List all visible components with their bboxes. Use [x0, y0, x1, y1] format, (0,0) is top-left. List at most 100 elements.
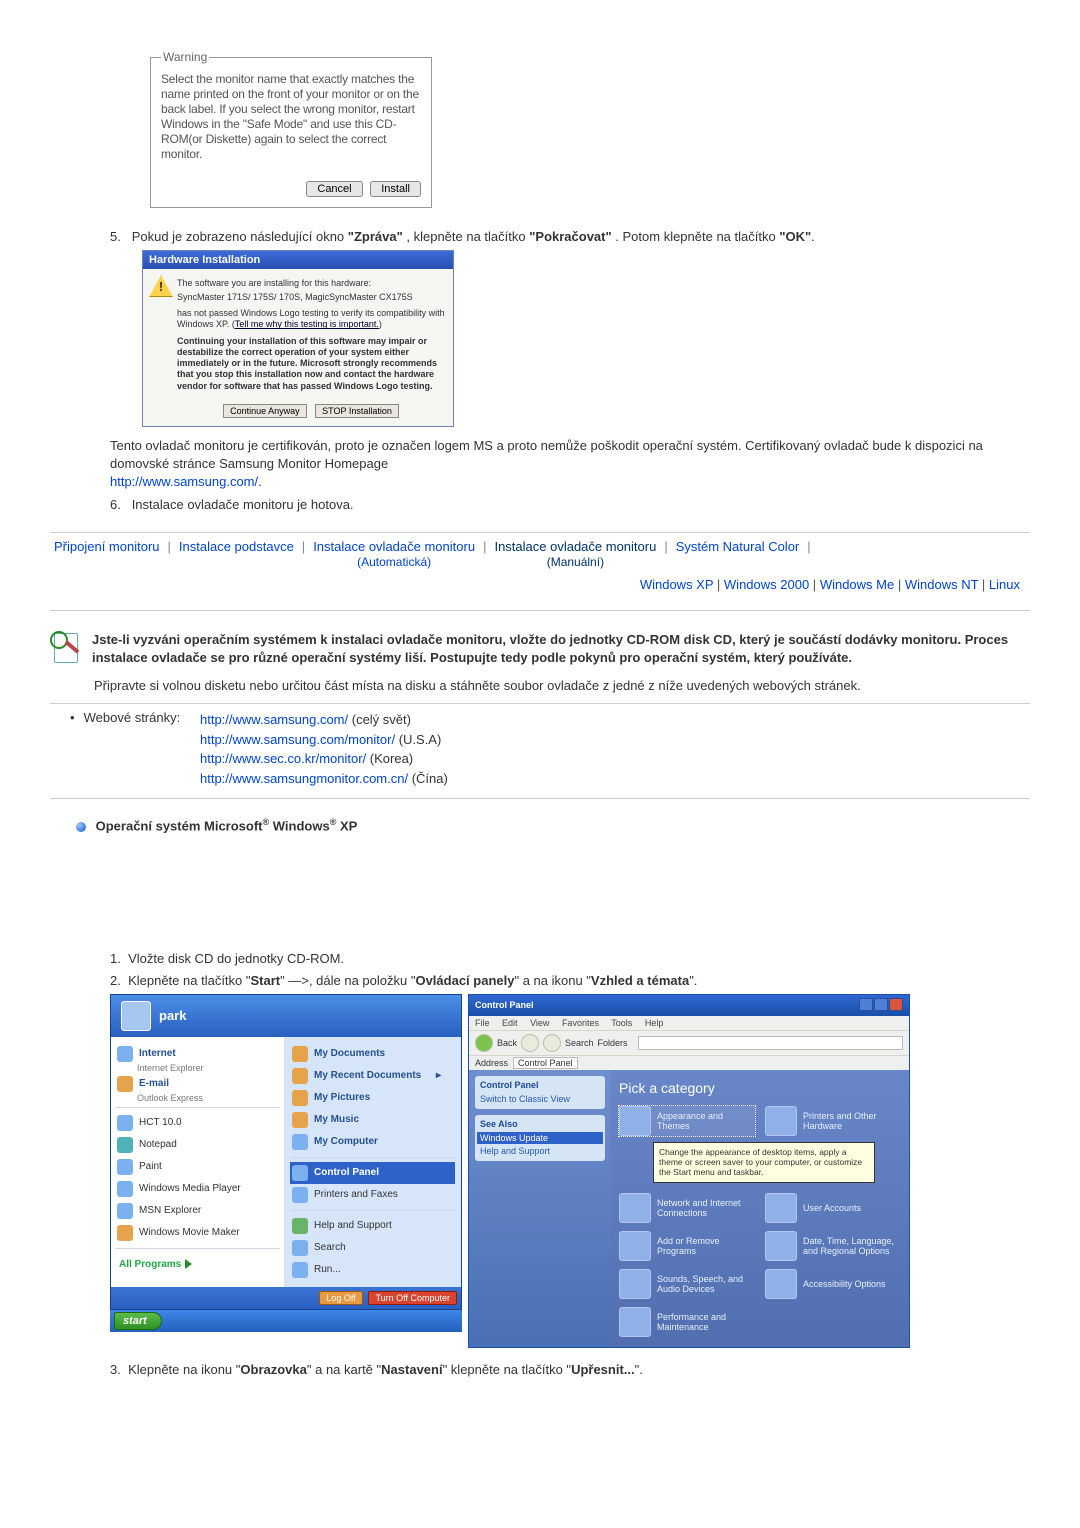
performance-icon	[619, 1307, 651, 1337]
link-sec-korea[interactable]: http://www.sec.co.kr/monitor/	[200, 751, 366, 766]
cp-titlebar: Control Panel	[469, 995, 909, 1016]
sm-control-panel[interactable]: Control Panel	[290, 1162, 455, 1184]
user-avatar-icon	[121, 1001, 151, 1031]
tab-connect-monitor[interactable]: Připojení monitoru	[50, 539, 164, 554]
note-paragraph-2: Připravte si volnou disketu nebo určitou…	[94, 677, 1030, 695]
samsung-home-link[interactable]: http://www.samsung.com/	[110, 474, 258, 489]
cp-windows-update[interactable]: Windows Update	[477, 1132, 603, 1144]
accessibility-icon	[765, 1269, 797, 1299]
hw-logo-link[interactable]: Tell me why this testing is important.	[235, 319, 379, 329]
close-icon[interactable]	[889, 998, 903, 1011]
separator-3	[50, 703, 1030, 704]
sm-internet[interactable]: Internet	[115, 1043, 280, 1065]
bullet-icon: •	[70, 710, 80, 725]
sm-wmp[interactable]: Windows Media Player	[115, 1178, 280, 1200]
manual-step-1: 1. Vložte disk CD do jednotky CD-ROM.	[110, 950, 990, 968]
forward-icon[interactable]	[521, 1034, 539, 1052]
startmenu-header: park	[111, 995, 461, 1037]
cat-printers-hw[interactable]: Printers and Other Hardware	[765, 1106, 901, 1136]
cat-add-remove[interactable]: Add or Remove Programs	[619, 1231, 755, 1261]
cp-tooltip: Change the appearance of desktop items, …	[653, 1142, 875, 1183]
os-heading-xp: Operační systém Microsoft® Windows® XP	[76, 817, 1030, 833]
minimize-icon[interactable]	[859, 998, 873, 1011]
start-button[interactable]: start	[114, 1312, 162, 1330]
sm-hct[interactable]: HCT 10.0	[115, 1112, 280, 1134]
sm-printers[interactable]: Printers and Faxes	[290, 1184, 455, 1206]
sm-search[interactable]: Search	[290, 1237, 455, 1259]
tab-install-driver-manual[interactable]: Instalace ovladače monitoru (Manuální)	[490, 539, 660, 569]
sm-computer[interactable]: My Computer	[290, 1131, 455, 1153]
step-5: 5. Pokud je zobrazeno následující okno "…	[110, 228, 990, 246]
link-samsung-world[interactable]: http://www.samsung.com/	[200, 712, 348, 727]
users-icon	[765, 1193, 797, 1223]
subtab-2000[interactable]: Windows 2000	[724, 577, 809, 592]
cp-sidebar: Control Panel Switch to Classic View See…	[469, 1070, 611, 1347]
cp-switch-classic[interactable]: Switch to Classic View	[480, 1093, 600, 1105]
logoff-button[interactable]: Log Off	[319, 1291, 362, 1305]
step-6-text: Instalace ovladače monitoru je hotova.	[132, 497, 354, 512]
link-samsung-china[interactable]: http://www.samsungmonitor.com.cn/	[200, 771, 408, 786]
sm-run[interactable]: Run...	[290, 1259, 455, 1281]
subtab-nt[interactable]: Windows NT	[905, 577, 978, 592]
menu-edit[interactable]: Edit	[502, 1018, 518, 1028]
cat-performance[interactable]: Performance and Maintenance	[619, 1307, 755, 1337]
stop-installation-button[interactable]: STOP Installation	[315, 404, 399, 418]
menu-favorites[interactable]: Favorites	[562, 1018, 599, 1028]
sm-notepad[interactable]: Notepad	[115, 1134, 280, 1156]
back-icon[interactable]	[475, 1034, 493, 1052]
tab-install-stand[interactable]: Instalace podstavce	[175, 539, 298, 554]
sm-msn[interactable]: MSN Explorer	[115, 1200, 280, 1222]
step-5-text-c: . Potom klepněte na tlačítko	[615, 229, 779, 244]
continue-anyway-button[interactable]: Continue Anyway	[223, 404, 307, 418]
subtab-me[interactable]: Windows Me	[820, 577, 894, 592]
cat-accessibility[interactable]: Accessibility Options	[765, 1269, 901, 1299]
datetime-icon	[765, 1231, 797, 1261]
sm-pics[interactable]: My Pictures	[290, 1087, 455, 1109]
sm-wmm[interactable]: Windows Movie Maker	[115, 1222, 280, 1244]
cp-help-support[interactable]: Help and Support	[480, 1145, 600, 1157]
toolbar-search[interactable]: Search	[565, 1038, 594, 1048]
subtab-xp[interactable]: Windows XP	[640, 577, 713, 592]
sm-recent[interactable]: My Recent Documents ▸	[290, 1065, 455, 1087]
sm-paint[interactable]: Paint	[115, 1156, 280, 1178]
menu-help[interactable]: Help	[645, 1018, 664, 1028]
cat-sounds[interactable]: Sounds, Speech, and Audio Devices	[619, 1269, 755, 1299]
install-button[interactable]: Install	[370, 181, 421, 197]
sm-help[interactable]: Help and Support	[290, 1215, 455, 1237]
cancel-button[interactable]: Cancel	[306, 181, 362, 197]
menu-file[interactable]: File	[475, 1018, 490, 1028]
tab-install-driver-auto[interactable]: Instalace ovladače monitoru (Automatická…	[309, 539, 479, 569]
menu-tools[interactable]: Tools	[611, 1018, 632, 1028]
menu-view[interactable]: View	[530, 1018, 549, 1028]
toolbar-folders[interactable]: Folders	[598, 1038, 628, 1048]
web-label: Webové stránky:	[84, 710, 181, 725]
sm-music[interactable]: My Music	[290, 1109, 455, 1131]
cat-appearance-themes[interactable]: Appearance and Themes	[619, 1106, 755, 1136]
maximize-icon[interactable]	[874, 998, 888, 1011]
turnoff-button[interactable]: Turn Off Computer	[368, 1291, 457, 1305]
cp-toolbar: Back Search Folders	[469, 1030, 909, 1055]
up-icon[interactable]	[543, 1034, 561, 1052]
addressbar-value[interactable]: Control Panel	[513, 1057, 578, 1069]
cp-menubar: File Edit View Favorites Tools Help	[469, 1016, 909, 1030]
cat-user-accounts[interactable]: User Accounts	[765, 1193, 901, 1223]
sm-email[interactable]: E-mail	[115, 1073, 280, 1095]
cat-network[interactable]: Network and Internet Connections	[619, 1193, 755, 1223]
taskbar: start	[110, 1310, 462, 1332]
sm-all-programs[interactable]: All Programs	[115, 1253, 280, 1276]
separator-1	[50, 532, 1030, 533]
sm-mydocs[interactable]: My Documents	[290, 1043, 455, 1065]
link-samsung-usa[interactable]: http://www.samsung.com/monitor/	[200, 732, 395, 747]
hw-device-name: SyncMaster 171S/ 175S/ 170S, MagicSyncMa…	[177, 292, 445, 302]
warning-box: Warning Select the monitor name that exa…	[150, 50, 432, 208]
cp-addressbar: Address Control Panel	[469, 1055, 909, 1070]
tab-natural-color[interactable]: Systém Natural Color	[672, 539, 804, 554]
cat-date-time[interactable]: Date, Time, Language, and Regional Optio…	[765, 1231, 901, 1261]
bullet-blue-icon	[76, 822, 86, 832]
instructions-note: Jste-li vyzváni operačním systémem k ins…	[50, 631, 1030, 667]
hw-bold-warning: Continuing your installation of this sof…	[177, 336, 445, 392]
cp-main: Pick a category Appearance and Themes Pr…	[611, 1070, 909, 1347]
toolbar-views-icon[interactable]	[638, 1036, 903, 1050]
subtab-linux[interactable]: Linux	[989, 577, 1020, 592]
start-menu-screenshot: park Internet Internet Explorer E-mail O…	[110, 994, 462, 1348]
